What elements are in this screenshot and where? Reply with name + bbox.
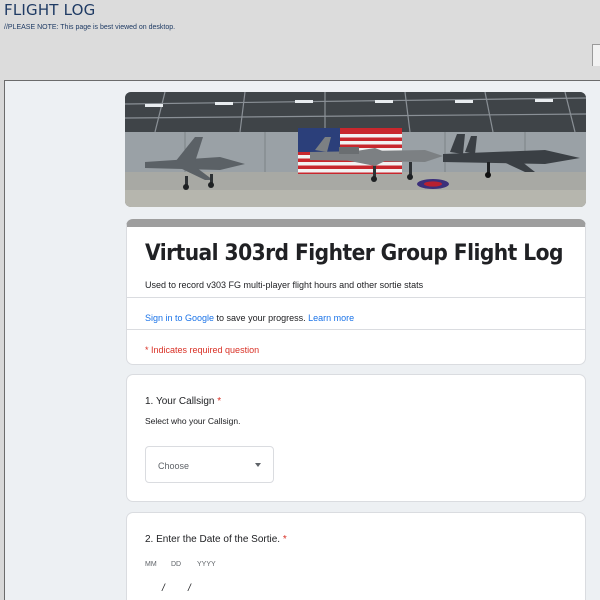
required-star: *: [282, 534, 287, 545]
date-day-label: DD: [171, 561, 182, 568]
required-note: * Indicates required question: [145, 345, 260, 355]
form-description: Used to record v303 FG multi-player flig…: [145, 280, 424, 290]
form-header-card: Virtual 303rd Fighter Group Flight Log U…: [126, 219, 586, 365]
date-day-input[interactable]: [169, 573, 189, 595]
date-separator: /: [188, 583, 191, 594]
dropdown-caret-icon: [255, 463, 261, 467]
header-banner-image: [125, 92, 586, 207]
question-card-callsign: 1. Your Callsign * Select who your Calls…: [126, 374, 586, 502]
date-year-input[interactable]: [195, 573, 227, 595]
date-month-input[interactable]: [143, 573, 163, 595]
question-title: 1. Your Callsign *: [145, 396, 221, 407]
date-separator: /: [162, 583, 165, 594]
site-title: FLIGHT LOG: [4, 1, 96, 19]
hangar-illustration: [125, 92, 586, 207]
sign-in-link[interactable]: Sign in to Google: [145, 313, 214, 323]
form-title: Virtual 303rd Fighter Group Flight Log: [145, 241, 563, 266]
callsign-dropdown[interactable]: Choose: [145, 446, 274, 483]
question-title-text: 2. Enter the Date of the Sortie.: [145, 534, 281, 545]
corner-tab[interactable]: [592, 44, 600, 66]
divider: [127, 297, 585, 298]
signin-middle-text: to save your progress.: [214, 313, 309, 323]
date-month-label: MM: [145, 561, 157, 568]
top-bar: FLIGHT LOG //PLEASE NOTE: This page is b…: [0, 0, 600, 80]
dropdown-value: Choose: [158, 461, 190, 471]
question-help-text: Select who your Callsign.: [145, 416, 241, 426]
learn-more-link[interactable]: Learn more: [308, 313, 354, 323]
question-title-text: 1. Your Callsign: [145, 396, 215, 407]
question-title: 2. Enter the Date of the Sortie. *: [145, 534, 287, 545]
site-note: //PLEASE NOTE: This page is best viewed …: [4, 24, 176, 31]
divider: [127, 329, 585, 330]
date-year-label: YYYY: [197, 561, 216, 568]
required-star: *: [217, 396, 222, 407]
question-card-date: 2. Enter the Date of the Sortie. * MM DD…: [126, 512, 586, 600]
signin-line: Sign in to Google to save your progress.…: [145, 313, 354, 323]
